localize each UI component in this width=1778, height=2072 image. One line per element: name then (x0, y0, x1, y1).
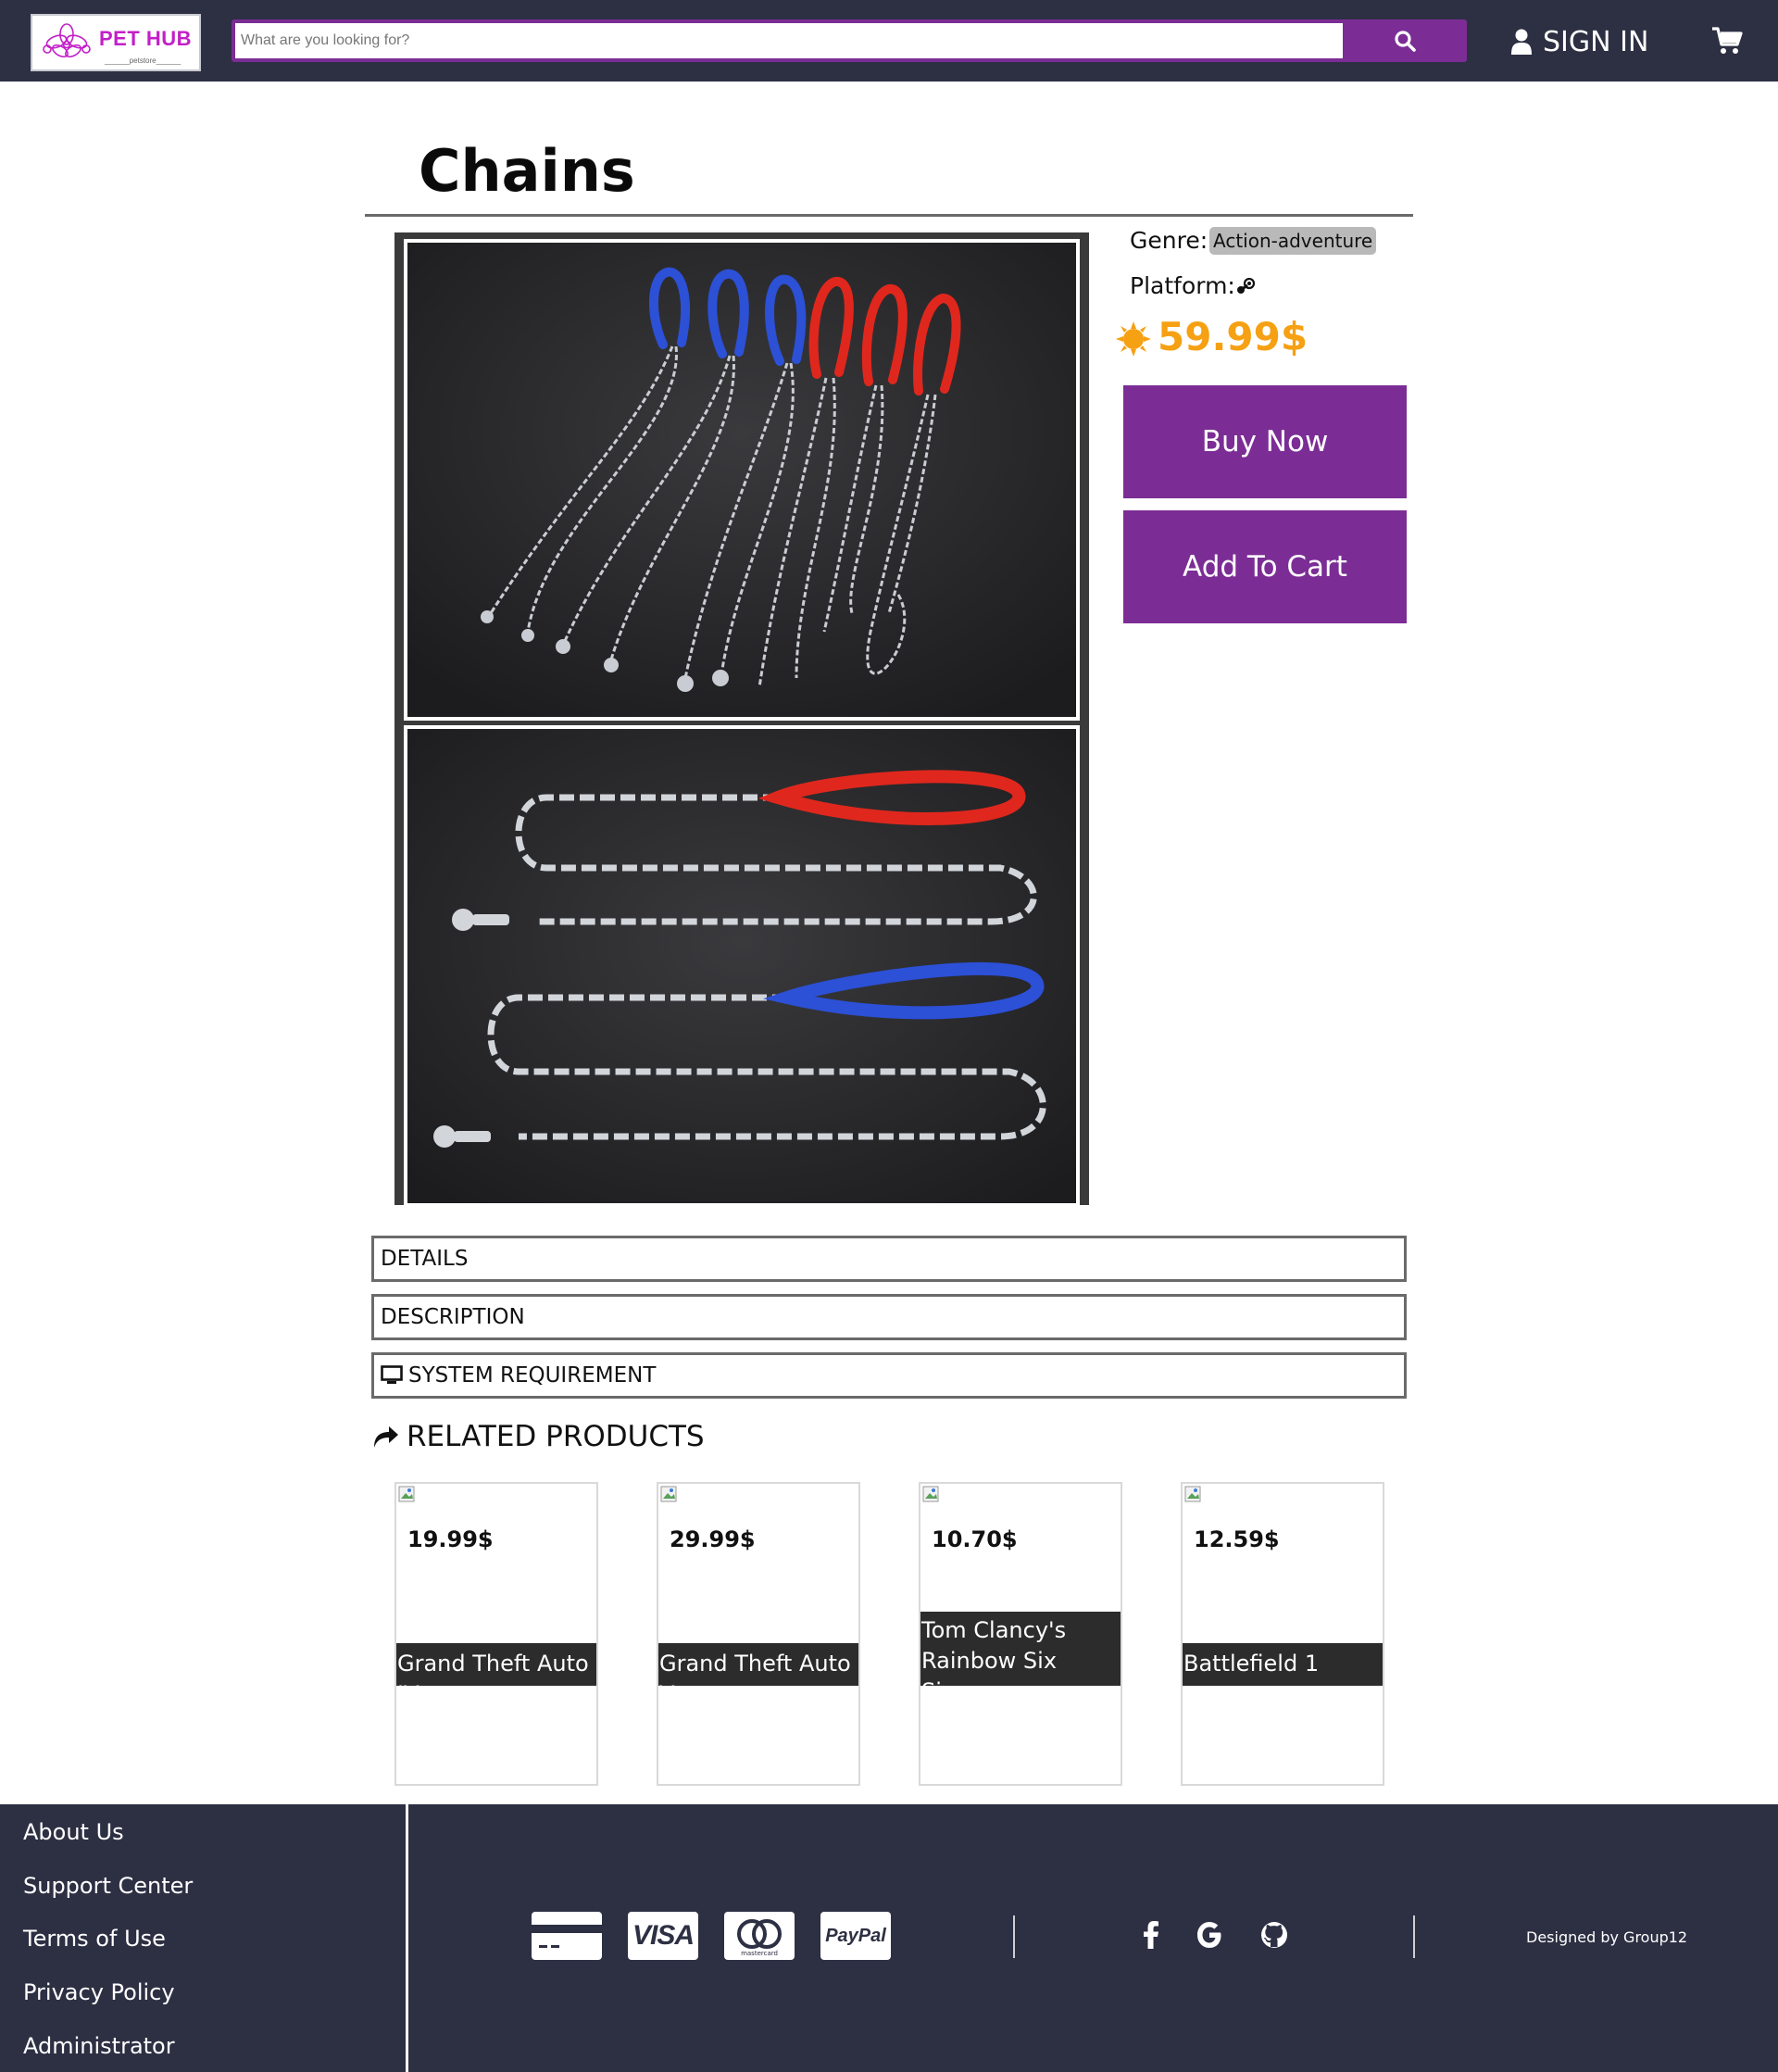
broken-image-icon (1184, 1486, 1201, 1502)
related-product-name: Battlefield 1 (1183, 1643, 1383, 1686)
footer-separator (1413, 1915, 1415, 1958)
search-input[interactable] (235, 23, 1343, 58)
related-product-price: 29.99$ (670, 1526, 756, 1552)
footer-link-support-center[interactable]: Support Center (23, 1873, 193, 1899)
product-title: Chains (419, 137, 635, 205)
google-icon[interactable] (1196, 1921, 1222, 1949)
related-product-price: 19.99$ (407, 1526, 494, 1552)
footer-link-administrator[interactable]: Administrator (23, 2033, 175, 2059)
product-price: 59.99$ (1158, 314, 1308, 359)
add-to-cart-button[interactable]: Add To Cart (1123, 510, 1407, 623)
broken-image-icon (660, 1486, 677, 1502)
system-requirement-label: SYSTEM REQUIREMENT (408, 1363, 657, 1388)
title-divider (365, 214, 1413, 217)
mastercard-text: mastercard (741, 1950, 778, 1957)
top-navbar: PET HUB ______petstore______ SIGN IN (0, 0, 1778, 82)
related-product-name: Grand Theft Auto V (658, 1643, 858, 1707)
designed-by-credit: Designed by Group12 (1526, 1928, 1688, 1946)
mastercard-icon: mastercard (724, 1912, 795, 1960)
product-image-2[interactable] (404, 725, 1080, 1207)
visa-text: VISA (632, 1920, 695, 1951)
share-arrow-icon (374, 1426, 398, 1448)
related-products-heading: RELATED PRODUCTS (371, 1420, 705, 1453)
platform-label: Platform: (1130, 272, 1235, 299)
footer-link-terms-of-use[interactable]: Terms of Use (23, 1926, 166, 1952)
desktop-icon (381, 1365, 403, 1384)
related-product-card[interactable]: 19.99$ Grand Theft Auto IV (394, 1482, 598, 1786)
steam-platform-icon (1237, 278, 1256, 294)
broken-image-icon (922, 1486, 939, 1502)
search-bar (232, 19, 1467, 62)
related-product-card[interactable]: 10.70$ Tom Clancy's Rainbow Six Siege (919, 1482, 1122, 1786)
broken-image-icon (398, 1486, 415, 1502)
description-accordion[interactable]: DESCRIPTION (371, 1294, 1407, 1340)
visa-icon: VISA (628, 1912, 698, 1960)
footer-link-privacy-policy[interactable]: Privacy Policy (23, 1979, 175, 2005)
related-product-price: 12.59$ (1194, 1526, 1280, 1552)
product-gallery (394, 232, 1089, 1207)
genre-label: Genre: (1130, 227, 1208, 254)
description-accordion-label: DESCRIPTION (381, 1305, 525, 1329)
user-icon (1511, 29, 1532, 55)
pet-hub-logo[interactable]: PET HUB ______petstore______ (31, 14, 201, 71)
paypal-icon: PayPal (820, 1912, 891, 1960)
paypal-text: PayPal (825, 1925, 886, 1946)
details-accordion[interactable]: DETAILS (371, 1236, 1407, 1282)
search-button[interactable] (1343, 19, 1467, 62)
shopping-cart-icon[interactable] (1711, 26, 1743, 59)
credit-card-icon (532, 1912, 602, 1960)
buy-now-button[interactable]: Buy Now (1123, 385, 1407, 498)
flower-logo-icon (43, 23, 91, 58)
details-accordion-label: DETAILS (381, 1247, 469, 1271)
leash-chains-image (407, 243, 1076, 717)
related-product-card[interactable]: 12.59$ Battlefield 1 (1181, 1482, 1384, 1786)
sign-in-label: SIGN IN (1543, 25, 1649, 58)
sign-in-link[interactable]: SIGN IN (1511, 22, 1648, 61)
product-image-1[interactable] (404, 239, 1080, 721)
sun-price-icon (1116, 321, 1151, 357)
logo-subtext: ______petstore______ (105, 57, 182, 65)
footer-separator (1013, 1915, 1015, 1958)
genre-badge: Action-adventure (1209, 227, 1377, 255)
related-product-card[interactable]: 29.99$ Grand Theft Auto V (657, 1482, 860, 1786)
related-products-label: RELATED PRODUCTS (407, 1420, 705, 1453)
site-footer: About Us Support Center Terms of Use Pri… (0, 1804, 1778, 2072)
footer-link-about-us[interactable]: About Us (23, 1819, 124, 1845)
logo-text: PET HUB (99, 27, 193, 50)
system-requirement-accordion[interactable]: SYSTEM REQUIREMENT (371, 1352, 1407, 1399)
two-leashes-image (407, 729, 1076, 1203)
footer-divider (406, 1804, 408, 2072)
related-product-name: Grand Theft Auto IV (396, 1643, 596, 1707)
facebook-icon[interactable] (1143, 1921, 1159, 1949)
search-icon (1395, 31, 1416, 52)
github-icon[interactable] (1260, 1921, 1288, 1949)
related-product-name: Tom Clancy's Rainbow Six Siege (920, 1612, 1121, 1704)
related-product-price: 10.70$ (932, 1526, 1018, 1552)
